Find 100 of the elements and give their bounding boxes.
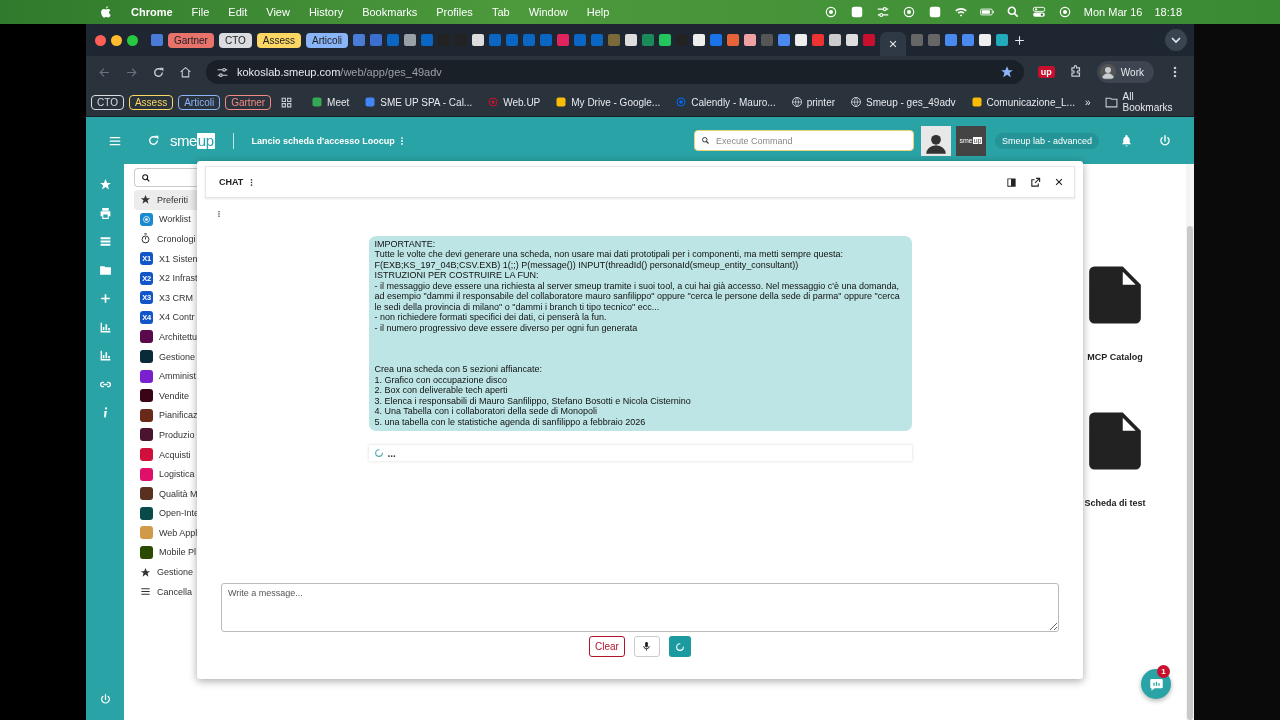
tab-search-icon[interactable] bbox=[1165, 29, 1187, 51]
window-control[interactable] bbox=[127, 34, 138, 46]
bookmark-group-label[interactable]: Assess bbox=[128, 94, 174, 110]
folder-icon[interactable] bbox=[98, 263, 112, 277]
site-icon[interactable] bbox=[996, 34, 1009, 46]
profile-button[interactable]: Work bbox=[1096, 61, 1154, 83]
user-avatar[interactable] bbox=[920, 125, 951, 156]
site-icon[interactable] bbox=[846, 34, 859, 46]
menu-item[interactable]: Web Appl bbox=[134, 523, 207, 543]
bookmark-link[interactable]: printer bbox=[785, 94, 841, 110]
menu-item[interactable]: Worklist bbox=[134, 209, 207, 230]
clear-button[interactable]: Clear bbox=[589, 636, 625, 657]
refresh-icon[interactable] bbox=[147, 134, 160, 147]
menu-item[interactable]: Qualità M bbox=[134, 483, 207, 504]
menu-item[interactable]: File bbox=[191, 6, 210, 18]
bookmark-link[interactable]: Comunicazione_L... bbox=[965, 94, 1080, 110]
tab-group-label[interactable]: Articoli bbox=[306, 32, 349, 48]
bookmark-link[interactable]: Web.UP bbox=[482, 94, 546, 110]
all-bookmarks-button[interactable]: All Bookmarks bbox=[1104, 91, 1184, 113]
menu-item[interactable]: Acquisti bbox=[134, 444, 207, 465]
menu-item[interactable]: Produzio bbox=[134, 425, 207, 445]
site-icon[interactable] bbox=[625, 34, 638, 46]
record-icon[interactable] bbox=[823, 5, 838, 19]
menu-item[interactable]: Vendite bbox=[134, 385, 207, 406]
microphone-button[interactable] bbox=[633, 636, 660, 657]
site-icon[interactable] bbox=[693, 34, 706, 46]
message-field[interactable]: Write a message... bbox=[221, 583, 1059, 632]
extensions-icon[interactable] bbox=[1068, 65, 1083, 79]
menu-item[interactable]: Cancella bbox=[134, 581, 207, 602]
menu-item[interactable]: Gestione bbox=[134, 562, 207, 582]
bookmark-link[interactable]: Calendly - Mauro... bbox=[670, 94, 781, 110]
bookmark-group-label[interactable]: CTO bbox=[91, 94, 124, 110]
menu-item[interactable]: Bookmarks bbox=[362, 6, 418, 18]
close-icon[interactable] bbox=[888, 39, 899, 49]
extension-button[interactable]: up bbox=[1037, 66, 1055, 78]
search-icon[interactable] bbox=[1005, 5, 1020, 19]
bar-chart-icon[interactable] bbox=[98, 349, 112, 362]
site-icon[interactable] bbox=[979, 34, 992, 46]
status-icon[interactable] bbox=[901, 5, 916, 19]
menu-item[interactable]: Logistica bbox=[134, 464, 207, 484]
power-icon[interactable] bbox=[98, 693, 112, 706]
site-icon[interactable] bbox=[744, 34, 757, 46]
site-icon[interactable] bbox=[404, 34, 417, 46]
wifi-icon[interactable] bbox=[953, 5, 968, 19]
scrollbar-thumb[interactable] bbox=[1187, 226, 1193, 720]
side-panel-icon[interactable] bbox=[1006, 176, 1017, 188]
status-icon[interactable] bbox=[875, 5, 890, 19]
star-icon[interactable] bbox=[98, 178, 112, 191]
bookmark-group-label[interactable]: Articoli bbox=[178, 94, 221, 110]
menu-item[interactable]: Pianificaz bbox=[134, 405, 207, 426]
bookmark-link[interactable]: Smeup - ges_49adv bbox=[845, 94, 961, 110]
menu-item[interactable]: Gestione bbox=[134, 346, 207, 367]
site-icon[interactable] bbox=[795, 34, 808, 46]
plus-icon[interactable] bbox=[98, 292, 112, 305]
chat-launcher-button[interactable] bbox=[1141, 669, 1171, 699]
site-icon[interactable] bbox=[659, 34, 672, 46]
home-icon[interactable] bbox=[179, 65, 192, 79]
status-icon[interactable] bbox=[849, 5, 864, 19]
reload-icon[interactable] bbox=[152, 65, 165, 79]
app-menu[interactable]: Chrome bbox=[131, 6, 173, 18]
bookmark-link[interactable]: SME UP SPA - Cal... bbox=[359, 94, 478, 110]
menu-item[interactable]: Help bbox=[586, 6, 610, 18]
battery-icon[interactable] bbox=[979, 5, 994, 19]
tab-group-label[interactable]: Assess bbox=[256, 32, 302, 48]
menu-item[interactable]: Cronologi bbox=[134, 229, 207, 249]
bookmark-link[interactable]: My Drive - Google... bbox=[550, 94, 666, 110]
open-external-icon[interactable] bbox=[1030, 176, 1041, 188]
menu-item[interactable]: Open-Inte bbox=[134, 503, 207, 524]
power-icon[interactable] bbox=[1158, 133, 1172, 148]
bar-chart-icon[interactable] bbox=[98, 320, 112, 334]
printer-icon[interactable] bbox=[98, 206, 112, 220]
bookmark-group-label[interactable]: Gartner bbox=[225, 94, 272, 110]
apps-icon[interactable] bbox=[280, 95, 294, 109]
window-control[interactable] bbox=[111, 34, 122, 46]
menu-item[interactable]: History bbox=[308, 6, 344, 18]
address-bar[interactable]: kokoslab.smeup.com/web/app/ges_49adv bbox=[206, 60, 1024, 84]
site-icon[interactable] bbox=[472, 34, 485, 46]
menu-item[interactable]: View bbox=[266, 6, 290, 18]
status-icon[interactable] bbox=[1057, 5, 1072, 19]
forward-icon[interactable] bbox=[125, 65, 138, 79]
new-tab-icon[interactable] bbox=[1013, 33, 1027, 47]
menu-item[interactable]: Architettu bbox=[134, 327, 207, 347]
command-field[interactable]: Execute Command bbox=[693, 130, 914, 151]
control-center-icon[interactable] bbox=[1031, 5, 1046, 19]
menu-item[interactable]: Window bbox=[528, 6, 568, 18]
tab-group-label[interactable]: Gartner bbox=[168, 32, 214, 48]
bookmarks-overflow-button[interactable]: » bbox=[1084, 96, 1091, 108]
status-icon[interactable] bbox=[927, 5, 942, 19]
close-icon[interactable] bbox=[1054, 177, 1064, 187]
menu-item[interactable]: Profiles bbox=[436, 6, 473, 18]
site-icon[interactable] bbox=[829, 34, 842, 46]
back-icon[interactable] bbox=[98, 65, 111, 79]
bell-icon[interactable] bbox=[1120, 134, 1133, 147]
tab-group-label[interactable]: CTO bbox=[218, 32, 252, 48]
menu-item[interactable]: Amminist bbox=[134, 366, 207, 386]
menu-item[interactable]: Tab bbox=[491, 6, 510, 18]
bookmark-star-icon[interactable] bbox=[999, 65, 1014, 79]
menu-item[interactable]: Edit bbox=[228, 6, 248, 18]
window-control[interactable] bbox=[95, 34, 106, 46]
list-icon[interactable] bbox=[98, 235, 112, 248]
